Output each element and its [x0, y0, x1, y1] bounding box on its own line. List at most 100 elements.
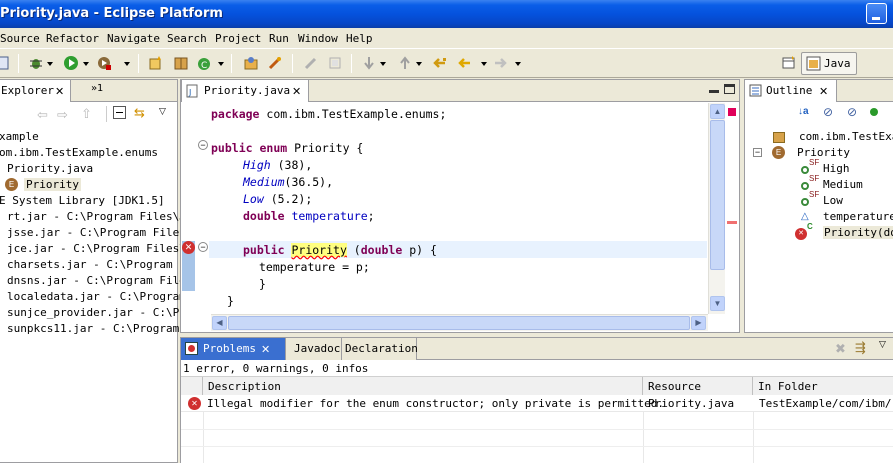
svg-text:J: J: [188, 88, 191, 97]
menu-window[interactable]: Window: [298, 32, 338, 45]
outline-icon: [749, 84, 762, 97]
enum-icon: E: [5, 178, 18, 191]
forward-icon[interactable]: [492, 55, 508, 71]
tree-item-package[interactable]: om.ibm.TestExample.enums: [0, 146, 158, 162]
minimize-view-icon[interactable]: [709, 90, 719, 93]
debug-icon[interactable]: [28, 55, 44, 71]
tab-javadoc[interactable]: Javadoc: [286, 338, 342, 360]
tab-priority-java[interactable]: J Priority.java ✕: [181, 80, 309, 102]
error-summary-marker[interactable]: [728, 108, 736, 116]
error-icon: ✕: [795, 228, 807, 240]
menu-search[interactable]: Search: [167, 32, 207, 45]
horizontal-scrollbar[interactable]: ◀ ▶: [211, 314, 708, 331]
table-row[interactable]: ✕ Illegal modifier for the enum construc…: [181, 395, 893, 412]
previous-annotation-icon[interactable]: [397, 55, 413, 71]
filter-icon[interactable]: ⇶: [855, 340, 866, 356]
up-icon[interactable]: ⇧: [81, 106, 92, 122]
outline-panel: Outline ✕ ↓a ⊘ ⊘ com.ibm.TestExam − E Pr…: [744, 79, 893, 333]
menu-project[interactable]: Project: [215, 32, 261, 45]
tree-collapse-icon[interactable]: −: [753, 148, 762, 157]
tree-item-jar[interactable]: jce.jar - C:\Program Files\J: [7, 242, 192, 258]
forward-icon[interactable]: ⇨: [57, 107, 68, 123]
forward-dropdown-icon[interactable]: [515, 62, 521, 66]
explorer-toolbar: ⇦ ⇨ ⇧ ⇆ ▽: [0, 102, 177, 126]
external-tools-icon[interactable]: [96, 55, 112, 71]
back-icon[interactable]: ⇦: [37, 107, 48, 123]
error-marker[interactable]: [727, 221, 737, 224]
view-menu-icon[interactable]: ▽: [879, 339, 886, 350]
save-icon[interactable]: [0, 55, 10, 71]
java-perspective-button[interactable]: Java: [801, 52, 857, 75]
tab-problems[interactable]: Problems ✕: [181, 338, 286, 360]
tree-item-jar[interactable]: sunjce_provider.jar - C:\Pro: [7, 306, 192, 322]
toggle-mark-icon[interactable]: [303, 55, 319, 71]
code-area[interactable]: package com.ibm.TestExample.enums; publi…: [211, 104, 706, 309]
hide-fields-icon[interactable]: ⊘: [823, 105, 833, 119]
collapse-all-icon[interactable]: [113, 106, 126, 119]
run-icon[interactable]: [63, 55, 79, 71]
tree-item-jre[interactable]: E System Library [JDK1.5]: [0, 194, 165, 210]
tree-item-jar[interactable]: charsets.jar - C:\Program Fi: [7, 258, 192, 274]
new-java-project-icon[interactable]: [148, 55, 164, 71]
tree-item-jar[interactable]: localedata.jar - C:\Program: [7, 290, 186, 306]
scroll-up-icon[interactable]: ▲: [710, 104, 725, 119]
run-dropdown-icon[interactable]: [83, 62, 89, 66]
tab-package-explorer[interactable]: Explorer ✕: [0, 80, 71, 102]
tree-item-jar[interactable]: dnsns.jar - C:\Program Files: [7, 274, 192, 290]
close-icon[interactable]: ✕: [292, 85, 301, 98]
open-perspective-icon[interactable]: [781, 55, 797, 71]
menu-navigate[interactable]: Navigate: [107, 32, 160, 45]
hide-nonpublic-icon[interactable]: [870, 108, 878, 116]
minimize-button[interactable]: [866, 3, 887, 24]
window-title: Priority.java - Eclipse Platform: [0, 6, 223, 21]
fold-collapse-icon[interactable]: −: [198, 140, 208, 150]
scroll-left-icon[interactable]: ◀: [212, 316, 227, 330]
new-class-dropdown-icon[interactable]: [218, 62, 224, 66]
tab-outline[interactable]: Outline ✕: [745, 80, 837, 102]
menu-source[interactable]: Source: [0, 32, 40, 45]
back-icon[interactable]: [457, 55, 473, 71]
back-dropdown-icon[interactable]: [481, 62, 487, 66]
close-icon[interactable]: ✕: [819, 85, 828, 98]
column-resource[interactable]: Resource: [643, 377, 753, 395]
close-icon[interactable]: ✕: [261, 343, 270, 356]
scroll-thumb[interactable]: [228, 316, 690, 330]
external-tools-dropdown-icon[interactable]: [124, 62, 130, 66]
column-folder[interactable]: In Folder: [753, 377, 893, 395]
scroll-right-icon[interactable]: ▶: [691, 316, 706, 330]
tree-item-jar[interactable]: jsse.jar - C:\Program Files\: [7, 226, 192, 242]
scroll-thumb[interactable]: [710, 120, 725, 270]
open-type-icon[interactable]: [243, 55, 259, 71]
column-description[interactable]: Description: [203, 377, 643, 395]
new-class-icon[interactable]: C: [196, 55, 212, 71]
menu-run[interactable]: Run: [269, 32, 289, 45]
tab-declaration[interactable]: Declaration: [342, 338, 418, 360]
sort-icon[interactable]: ↓a: [798, 106, 809, 117]
next-annotation-icon[interactable]: [361, 55, 377, 71]
tree-item-file[interactable]: Priority.java: [7, 162, 93, 178]
tree-item-jar[interactable]: rt.jar - C:\Program Files\Ja: [7, 210, 192, 226]
next-annotation-dropdown-icon[interactable]: [380, 62, 386, 66]
new-package-icon[interactable]: [173, 55, 189, 71]
view-menu-icon[interactable]: ▽: [159, 106, 166, 117]
error-icon[interactable]: ✕: [182, 241, 195, 254]
tree-item-project[interactable]: xample: [0, 130, 39, 146]
show-whitespace-icon[interactable]: [327, 55, 343, 71]
fold-collapse-icon[interactable]: −: [198, 242, 208, 252]
menu-refactor[interactable]: Refactor: [46, 32, 99, 45]
search-icon[interactable]: [267, 55, 283, 71]
maximize-view-icon[interactable]: [724, 84, 735, 94]
hide-static-icon[interactable]: ⊘: [847, 105, 857, 119]
clear-icon[interactable]: ✖: [835, 341, 846, 357]
debug-dropdown-icon[interactable]: [47, 62, 53, 66]
last-edit-location-icon[interactable]: [432, 55, 448, 71]
scroll-down-icon[interactable]: ▼: [710, 296, 725, 311]
menu-help[interactable]: Help: [346, 32, 373, 45]
close-icon[interactable]: ✕: [55, 85, 64, 98]
link-with-editor-icon[interactable]: ⇆: [134, 105, 145, 121]
overflow-tabs-chevron[interactable]: »1: [91, 83, 103, 94]
tree-item-jar[interactable]: sunpkcs11.jar - C:\Program F: [7, 322, 192, 338]
previous-annotation-dropdown-icon[interactable]: [416, 62, 422, 66]
vertical-scrollbar[interactable]: ▲ ▼: [708, 103, 725, 314]
menu-bar: Source Refactor Navigate Search Project …: [0, 28, 893, 48]
